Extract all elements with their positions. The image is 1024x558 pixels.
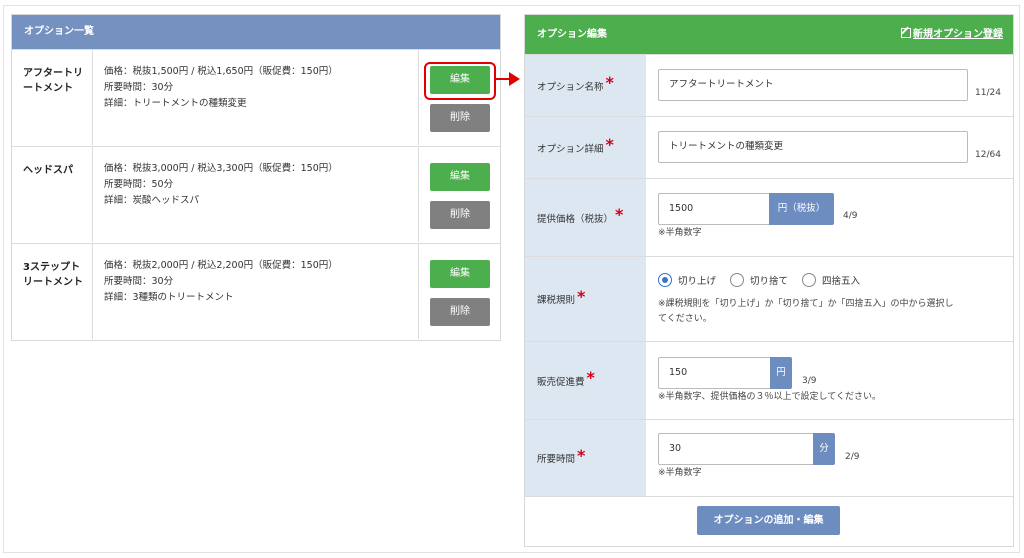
radio-round-half[interactable]: [802, 273, 817, 287]
option-info: 価格：税抜3,000円 / 税込3,300円（販促費：150円） 所要時間：50…: [104, 161, 424, 209]
add-edit-option-button[interactable]: オプションの追加・編集: [697, 506, 840, 535]
field-row-tax-rule: 課税規則 * 切り上げ 切り捨て 四捨五入 ※課税規則を「切り上げ」か「切り捨て」…: [525, 256, 1013, 341]
option-actions: 編集 削除: [418, 244, 500, 339]
arrow-right-icon: [509, 72, 520, 86]
field-label: オプション名称 *: [525, 55, 646, 116]
new-option-link[interactable]: 新規オプション登録: [901, 15, 1003, 54]
option-price: 価格：税抜1,500円 / 税込1,650円（販促費：150円）: [104, 66, 338, 77]
promo-input[interactable]: 150: [658, 357, 771, 389]
option-edit-title: オプション編集: [537, 29, 607, 40]
price-unit: 円（税抜）: [769, 193, 834, 225]
required-mark: *: [605, 135, 614, 154]
time-unit: 分: [813, 433, 835, 465]
option-info: 価格：税抜1,500円 / 税込1,650円（販促費：150円） 所要時間：30…: [104, 64, 424, 112]
option-info: 価格：税抜2,000円 / 税込2,200円（販促費：150円） 所要時間：30…: [104, 258, 424, 306]
radio-label: 切り上げ: [678, 276, 717, 287]
char-counter: 3/9: [802, 376, 817, 386]
price-input[interactable]: 1500: [658, 193, 770, 225]
delete-button[interactable]: 削除: [430, 298, 490, 326]
option-price: 価格：税抜3,000円 / 税込3,300円（販促費：150円）: [104, 163, 338, 174]
field-label: オプション詳細 *: [525, 117, 646, 178]
required-mark: *: [615, 205, 624, 224]
new-option-label: 新規オプション登録: [913, 29, 1003, 40]
option-actions: 編集 削除: [418, 147, 500, 242]
char-counter: 11/24: [975, 88, 1001, 98]
field-label: 所要時間 *: [525, 420, 646, 496]
field-label: 提供価格（税抜） *: [525, 179, 646, 256]
radio-label: 切り捨て: [750, 276, 789, 287]
edit-button[interactable]: 編集: [430, 163, 490, 191]
option-detail-input[interactable]: トリートメントの種類変更: [658, 131, 968, 163]
option-detail: 詳細：炭酸ヘッドスパ: [104, 195, 200, 206]
char-counter: 4/9: [843, 211, 858, 221]
field-row-time: 所要時間 * 30 分 2/9 ※半角数字: [525, 419, 1013, 496]
field-label-text: 販売促進費: [537, 376, 585, 388]
note-line: てください。: [658, 314, 712, 324]
promo-unit: 円: [770, 357, 792, 389]
field-row-detail: オプション詳細 * トリートメントの種類変更 12/64: [525, 116, 1013, 178]
time-input[interactable]: 30: [658, 433, 814, 465]
field-note: ※半角数字: [658, 468, 702, 478]
tax-rule-radio-group: 切り上げ 切り捨て 四捨五入: [658, 273, 874, 287]
option-detail: 詳細：トリートメントの種類変更: [104, 98, 247, 109]
field-label: 課税規則 *: [525, 257, 646, 341]
field-row-promo: 販売促進費 * 150 円 3/9 ※半角数字、提供価格の３％以上で設定してくださ…: [525, 341, 1013, 419]
delete-button[interactable]: 削除: [430, 104, 490, 132]
required-mark: *: [577, 286, 586, 306]
field-label-text: 所要時間: [537, 454, 576, 465]
required-mark: *: [605, 73, 614, 92]
option-name: ヘッドスパ: [12, 147, 93, 242]
field-label-text: オプション名称: [537, 81, 604, 93]
option-name: 3ステップトリートメント: [12, 244, 93, 339]
option-price: 価格：税抜2,000円 / 税込2,200円（販促費：150円）: [104, 260, 338, 271]
note-line: ※課税規則を「切り上げ」か「切り捨て」か「四捨五入」の中から選択し: [658, 299, 954, 309]
option-time: 所要時間：30分: [104, 82, 174, 93]
edit-highlight-box: [424, 62, 496, 100]
option-edit-header: オプション編集 新規オプション登録: [525, 15, 1013, 54]
option-name: アフタートリートメント: [12, 50, 93, 145]
radio-label: 四捨五入: [822, 276, 861, 287]
radio-round-down[interactable]: [730, 273, 745, 287]
field-label-text: 課税規則: [537, 295, 576, 306]
option-detail: 詳細：3種類のトリートメント: [104, 292, 234, 303]
option-edit-panel: オプション編集 新規オプション登録 オプション名称 * アフタートリートメント 1…: [524, 14, 1014, 547]
field-label-text: オプション詳細: [537, 143, 604, 155]
edit-icon: [901, 28, 911, 38]
field-note: ※半角数字: [658, 228, 702, 238]
field-note: ※課税規則を「切り上げ」か「切り捨て」か「四捨五入」の中から選択し てください。: [658, 297, 954, 327]
char-counter: 12/64: [975, 150, 1001, 160]
field-label: 販売促進費 *: [525, 342, 646, 419]
required-mark: *: [577, 445, 586, 465]
required-mark: *: [586, 368, 595, 387]
list-item: ヘッドスパ 価格：税抜3,000円 / 税込3,300円（販促費：150円） 所…: [12, 146, 500, 242]
edit-button[interactable]: 編集: [430, 260, 490, 288]
field-row-name: オプション名称 * アフタートリートメント 11/24: [525, 54, 1013, 116]
field-label-text: 提供価格（税抜）: [537, 213, 614, 225]
option-name-input[interactable]: アフタートリートメント: [658, 69, 968, 101]
field-note: ※半角数字、提供価格の３％以上で設定してください。: [658, 392, 882, 402]
radio-round-up[interactable]: [658, 273, 672, 287]
field-row-price: 提供価格（税抜） * 1500 円（税抜） 4/9 ※半角数字: [525, 178, 1013, 256]
delete-button[interactable]: 削除: [430, 201, 490, 229]
option-time: 所要時間：50分: [104, 179, 174, 190]
option-list-title: オプション一覧: [12, 15, 500, 49]
divider: [525, 496, 1013, 497]
option-time: 所要時間：30分: [104, 276, 174, 287]
list-item: 3ステップトリートメント 価格：税抜2,000円 / 税込2,200円（販促費：…: [12, 243, 500, 339]
char-counter: 2/9: [845, 452, 860, 462]
